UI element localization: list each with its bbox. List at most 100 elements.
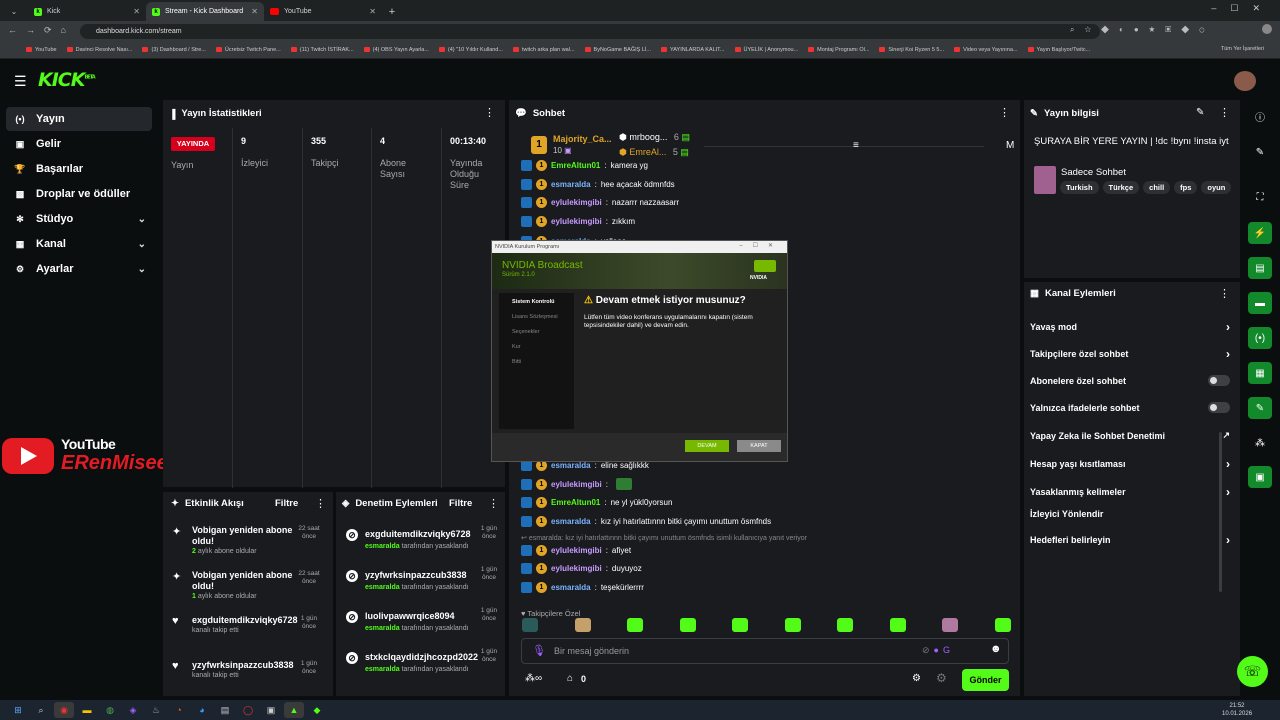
tab-search-icon[interactable]: ⌄ [0,2,28,21]
bookmark-item[interactable]: Yayın Başlıyor/Twitc... [1027,47,1090,53]
emote-icon[interactable] [679,618,696,632]
channel-points-icon[interactable]: ⁂∞ [525,673,542,684]
all-bookmarks[interactable]: Tüm Yer İşaretleri [1221,46,1264,52]
more-icon[interactable]: ⋮ [999,106,1010,119]
stream-tag[interactable]: chill [1143,181,1171,194]
menu-icon[interactable]: ☰ [14,73,27,90]
bookmark-item[interactable]: Montaj Programı Ol... [808,47,869,53]
more-icon[interactable]: ⋮ [1219,106,1230,119]
users-icon[interactable]: ⁂ [1248,432,1272,454]
emote-icon[interactable] [889,618,906,632]
sidebar-item-6[interactable]: ⚙ Ayarlar ⌄ [6,257,152,281]
chat-settings-icon[interactable]: ⚙ [912,673,921,684]
chat-username[interactable]: esmaralda [551,461,591,470]
emoji-icon[interactable]: ☻ [990,643,1002,655]
sidebar-item-1[interactable]: ▣ Gelir [6,132,152,156]
bookmark-item[interactable]: (4) "10 Yıldır Kulland... [438,47,503,53]
send-button[interactable]: Gönder [962,669,1009,691]
chat-username[interactable]: eylulekimgibi [551,198,602,207]
moderator-name[interactable]: esmaralda [365,543,400,550]
dialog-window-controls[interactable]: –☐✕ [739,242,783,249]
channel-action-2[interactable]: Abonelere özel sohbet [1030,375,1230,386]
channel-action-1[interactable]: Takipçilere özel sohbet › [1030,347,1230,361]
emote-icon[interactable] [522,618,538,632]
stream-tag[interactable]: Türkçe [1102,181,1140,194]
moderator-name[interactable]: esmaralda [365,666,400,673]
chat-username[interactable]: eylulekimgibi [551,480,602,489]
start-icon[interactable]: ⊞ [8,702,28,718]
extensions-icon[interactable]: ⌕☆◆◐●★▣◆⊙ [1070,25,1214,35]
bookmark-item[interactable]: Davinci Resolve Nası... [66,47,132,53]
emote-icon[interactable] [837,618,853,632]
continue-button[interactable]: DEVAM [685,440,729,452]
url-input[interactable]: dashboard.kick.com/stream [80,24,1100,39]
moderator-name[interactable]: esmaralda [365,584,400,591]
sidebar-item-3[interactable]: ▩ Droplar ve ödüller [6,182,152,206]
new-tab-icon[interactable]: + [382,2,402,21]
sidebar-item-0[interactable]: (•) Yayın [6,107,152,131]
channel-action-7[interactable]: İzleyici Yönlendir [1030,509,1230,519]
close-tab-icon[interactable]: ✕ [369,7,376,16]
nvidia-app-icon[interactable]: ◆ [307,702,327,718]
moderation-filter-button[interactable]: Filtre [449,498,472,509]
close-tab-icon[interactable]: ✕ [133,7,140,16]
bookmark-item[interactable]: Ücretsiz Twitch Pane... [215,47,281,53]
emote-icon[interactable] [942,618,958,632]
folder-icon[interactable]: ▬ [77,702,97,718]
edge-icon[interactable]: ◕ [192,702,212,718]
chat-username[interactable]: EmreAltun01 [551,161,600,170]
pin-icon[interactable]: ≡ [853,140,859,151]
bookmark-item[interactable]: (3) Dashboard / Stre... [142,47,206,53]
app2-icon[interactable]: ▣ [261,702,281,718]
kick-app-icon[interactable]: ▲ [284,702,304,718]
emote-icon[interactable] [732,618,748,632]
chrome-icon[interactable]: ◍ [100,702,120,718]
channel-action-8[interactable]: Hedefleri belirleyin › [1030,533,1230,547]
list-icon[interactable]: ▤ [1248,257,1272,279]
app-icon[interactable]: ◈ [123,702,143,718]
kick-logo[interactable]: KICKBETA [38,69,96,91]
mic-icon[interactable]: 🎙 [532,644,546,657]
firefox-icon[interactable]: ◔ [169,702,189,718]
sidebar-item-4[interactable]: ✻ Stüdyo ⌄ [6,207,152,231]
user-avatar[interactable] [1234,71,1256,91]
expand-icon[interactable]: ⛶ [1248,186,1272,208]
leader-name[interactable]: Majority_Ca... [553,134,612,144]
search-icon[interactable]: ⌕ [31,702,51,718]
bot-icon[interactable]: ⚙ [936,671,947,685]
lightning-icon[interactable]: ⚡ [1248,222,1272,244]
channel-action-4[interactable]: Yapay Zeka ile Sohbet Denetimi ↗ [1030,430,1230,441]
more-icon[interactable]: ⋮ [1219,287,1230,300]
moderator-name[interactable]: esmaralda [365,625,400,632]
nav-buttons-icon[interactable]: ←→⟳⌂ [8,25,75,36]
clock[interactable]: 21:52 10.01.2026 [1222,702,1252,718]
emote-icon[interactable] [994,618,1011,632]
bookmark-item[interactable]: (4) OBS Yayın Ayarla... [363,47,429,53]
chat-bubble-icon[interactable]: ▬ [1248,292,1272,314]
calendar-icon[interactable]: ▦ [1248,362,1272,384]
chat-username[interactable]: eylulekimgibi [551,546,602,555]
chat-username[interactable]: EmreAltun01 [551,498,600,507]
emote-icon[interactable] [574,618,591,632]
terminal-icon[interactable]: ▤ [215,702,235,718]
emote-icon[interactable] [784,618,801,632]
bookmark-item[interactable]: YAYINLARDA KALIT... [661,47,725,53]
extension-icons[interactable]: ⊘●G [922,645,954,656]
bookmark-item[interactable]: (11) Twitch İSTİRAK... [290,47,354,53]
chat-username[interactable]: eylulekimgibi [551,564,602,573]
chat-username[interactable]: esmaralda [551,583,591,592]
stream-tag[interactable]: Turkish [1060,181,1099,194]
broadcast-icon[interactable]: (•) [1248,327,1272,349]
leader-name[interactable]: mrboog... [629,132,667,142]
more-icon[interactable]: ⋮ [315,497,326,510]
bookmark-item[interactable]: Sinerji Koi Ryzen 5 5... [879,47,944,53]
toggle-switch[interactable] [1208,375,1230,386]
channel-action-3[interactable]: Yalnızca ifadelerle sohbet [1030,402,1230,413]
leader-name[interactable]: EmreAl... [629,147,666,157]
toggle-switch[interactable] [1208,402,1230,413]
window-controls[interactable]: –☐✕ [1211,3,1274,14]
wrench-icon[interactable]: ✎ [1248,397,1272,419]
bookmark-item[interactable]: twitch arka plan wal... [512,47,575,53]
sidebar-item-5[interactable]: ▦ Kanal ⌄ [6,232,152,256]
activity-filter-button[interactable]: Filtre [275,498,298,509]
